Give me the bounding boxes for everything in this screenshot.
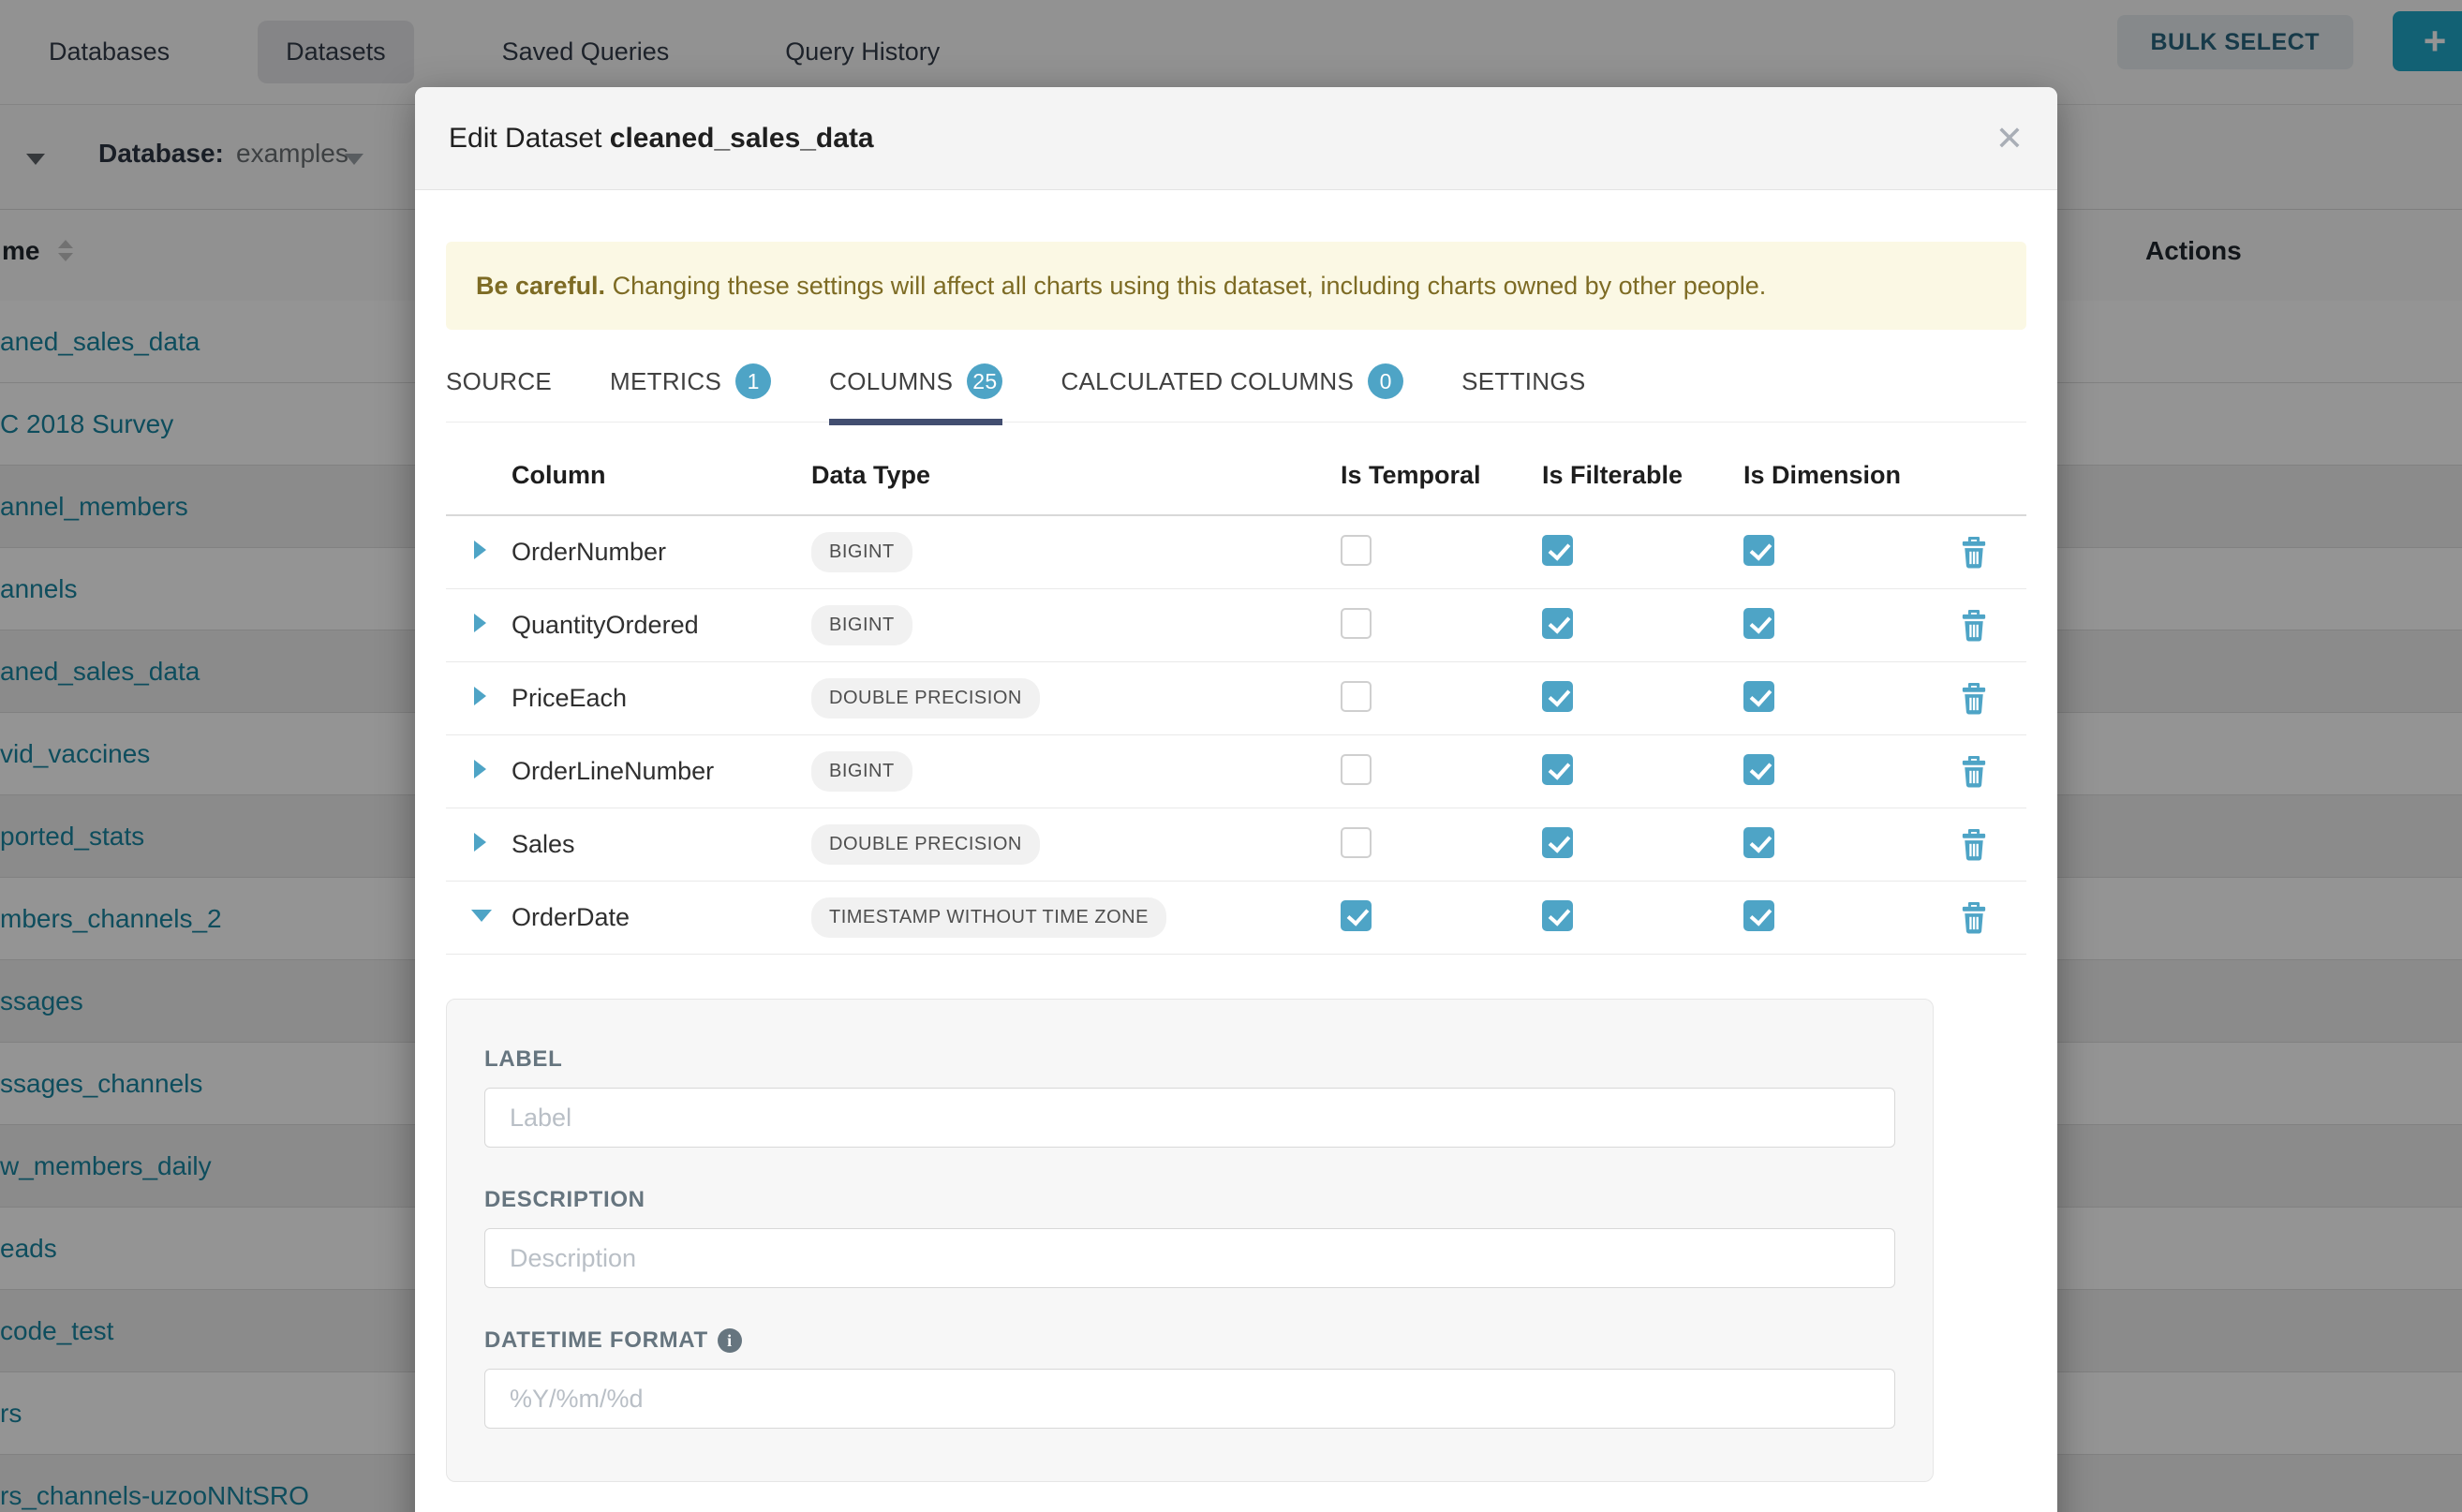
columns-table: Column Data Type Is Temporal Is Filterab… bbox=[446, 436, 2026, 955]
count-badge: 0 bbox=[1368, 363, 1403, 399]
data-type-pill: DOUBLE PRECISION bbox=[811, 824, 1040, 865]
is-dimension-checkbox[interactable] bbox=[1743, 608, 1774, 639]
delete-icon[interactable] bbox=[1960, 683, 1988, 715]
column-row: OrderNumber BIGINT bbox=[446, 516, 2026, 589]
column-name: PriceEach bbox=[512, 684, 811, 713]
is-dimension-header: Is Dimension bbox=[1720, 461, 1921, 490]
column-row: QuantityOrdered BIGINT bbox=[446, 589, 2026, 662]
delete-icon[interactable] bbox=[1960, 829, 1988, 861]
datetime-format-field-group: DATETIME FORMAT i bbox=[484, 1327, 1895, 1429]
data-type-pill: BIGINT bbox=[811, 605, 912, 645]
info-icon[interactable]: i bbox=[718, 1328, 742, 1353]
modal-header: Edit Dataset cleaned_sales_data ✕ bbox=[415, 87, 2057, 190]
column-name: QuantityOrdered bbox=[512, 611, 811, 640]
is-temporal-checkbox[interactable] bbox=[1341, 827, 1372, 858]
modal-tabs: SOURCE METRICS 1 COLUMNS 25 CALCULATED C… bbox=[446, 363, 2026, 422]
is-temporal-checkbox[interactable] bbox=[1341, 535, 1372, 566]
is-dimension-checkbox[interactable] bbox=[1743, 535, 1774, 566]
is-temporal-checkbox[interactable] bbox=[1341, 754, 1372, 785]
count-badge: 25 bbox=[967, 363, 1002, 399]
is-filterable-checkbox[interactable] bbox=[1542, 827, 1573, 858]
datetime-format-field-label: DATETIME FORMAT i bbox=[484, 1327, 1895, 1354]
expand-caret-icon[interactable] bbox=[474, 687, 486, 705]
datetime-format-input[interactable] bbox=[484, 1369, 1895, 1429]
description-input[interactable] bbox=[484, 1228, 1895, 1288]
is-filterable-checkbox[interactable] bbox=[1542, 608, 1573, 639]
delete-icon[interactable] bbox=[1960, 902, 1988, 934]
label-field-group: LABEL bbox=[484, 1046, 1895, 1148]
is-dimension-checkbox[interactable] bbox=[1743, 681, 1774, 712]
tab-calculated-columns[interactable]: CALCULATED COLUMNS 0 bbox=[1060, 363, 1403, 422]
tab-settings[interactable]: SETTINGS bbox=[1461, 363, 1585, 422]
is-filterable-checkbox[interactable] bbox=[1542, 681, 1573, 712]
label-field-label: LABEL bbox=[484, 1046, 1895, 1073]
column-name: OrderDate bbox=[512, 903, 811, 932]
is-temporal-checkbox[interactable] bbox=[1341, 900, 1372, 931]
column-row: OrderLineNumber BIGINT bbox=[446, 735, 2026, 808]
tab-columns[interactable]: COLUMNS 25 bbox=[829, 363, 1002, 422]
column-name: OrderLineNumber bbox=[512, 757, 811, 786]
modal-title: Edit Dataset cleaned_sales_data bbox=[449, 123, 874, 155]
expand-caret-icon[interactable] bbox=[474, 833, 486, 852]
is-filterable-checkbox[interactable] bbox=[1542, 900, 1573, 931]
columns-table-header: Column Data Type Is Temporal Is Filterab… bbox=[446, 436, 2026, 516]
tab-metrics[interactable]: METRICS 1 bbox=[610, 363, 771, 422]
expand-caret-icon[interactable] bbox=[474, 614, 486, 632]
data-type-pill: BIGINT bbox=[811, 751, 912, 792]
data-type-pill: DOUBLE PRECISION bbox=[811, 678, 1040, 719]
column-detail-panel: LABEL DESCRIPTION DATETIME FORMAT i bbox=[446, 999, 1934, 1482]
expand-caret-icon[interactable] bbox=[471, 910, 492, 922]
is-dimension-checkbox[interactable] bbox=[1743, 754, 1774, 785]
is-temporal-header: Is Temporal bbox=[1317, 461, 1519, 490]
is-dimension-checkbox[interactable] bbox=[1743, 827, 1774, 858]
column-row: Sales DOUBLE PRECISION bbox=[446, 808, 2026, 882]
delete-icon[interactable] bbox=[1960, 537, 1988, 569]
column-name: OrderNumber bbox=[512, 538, 811, 567]
is-filterable-header: Is Filterable bbox=[1519, 461, 1720, 490]
column-header: Column bbox=[512, 461, 811, 490]
data-type-pill: TIMESTAMP WITHOUT TIME ZONE bbox=[811, 897, 1166, 938]
is-temporal-checkbox[interactable] bbox=[1341, 608, 1372, 639]
is-dimension-checkbox[interactable] bbox=[1743, 900, 1774, 931]
is-filterable-checkbox[interactable] bbox=[1542, 754, 1573, 785]
warning-text: Changing these settings will affect all … bbox=[605, 272, 1766, 300]
expand-caret-icon[interactable] bbox=[474, 760, 486, 778]
count-badge: 1 bbox=[735, 363, 771, 399]
warning-banner: Be careful. Changing these settings will… bbox=[446, 242, 2026, 330]
data-type-header: Data Type bbox=[811, 461, 1317, 490]
tab-source[interactable]: SOURCE bbox=[446, 363, 552, 422]
delete-icon[interactable] bbox=[1960, 756, 1988, 788]
dataset-name: cleaned_sales_data bbox=[610, 123, 874, 154]
description-field-label: DESCRIPTION bbox=[484, 1187, 1895, 1213]
warning-bold: Be careful. bbox=[476, 272, 605, 300]
column-name: Sales bbox=[512, 830, 811, 859]
is-temporal-checkbox[interactable] bbox=[1341, 681, 1372, 712]
delete-icon[interactable] bbox=[1960, 610, 1988, 642]
column-row: OrderDate TIMESTAMP WITHOUT TIME ZONE bbox=[446, 882, 2026, 955]
is-filterable-checkbox[interactable] bbox=[1542, 535, 1573, 566]
label-input[interactable] bbox=[484, 1088, 1895, 1148]
data-type-pill: BIGINT bbox=[811, 532, 912, 572]
description-field-group: DESCRIPTION bbox=[484, 1187, 1895, 1288]
expand-caret-icon[interactable] bbox=[474, 541, 486, 559]
column-row: PriceEach DOUBLE PRECISION bbox=[446, 662, 2026, 735]
edit-dataset-modal: Edit Dataset cleaned_sales_data ✕ Be car… bbox=[415, 87, 2057, 1512]
close-icon[interactable]: ✕ bbox=[1995, 122, 2024, 156]
